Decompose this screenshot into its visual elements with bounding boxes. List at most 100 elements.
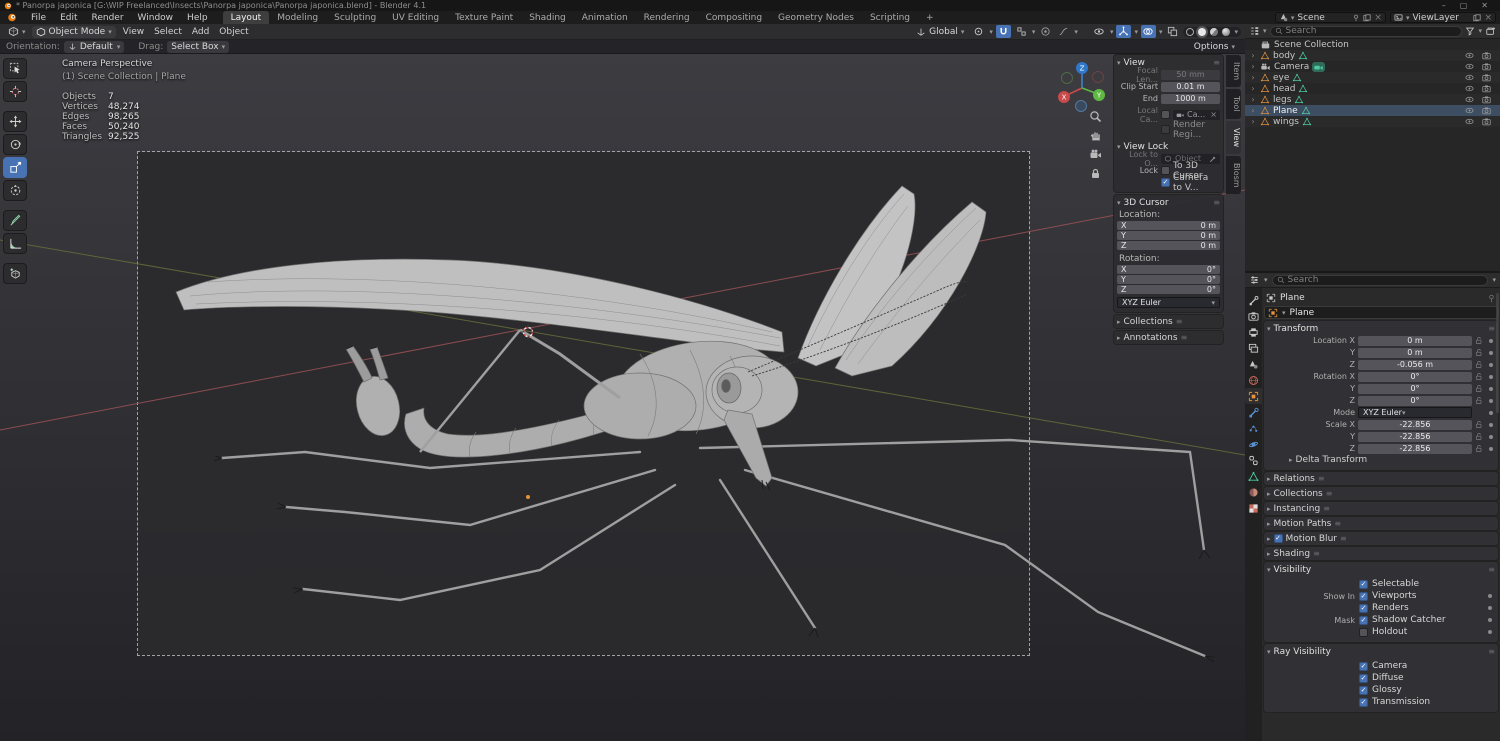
hide-viewport-icon[interactable] (1464, 106, 1475, 115)
pan-hand-icon[interactable] (1089, 129, 1102, 142)
lock-icon[interactable] (1475, 348, 1484, 357)
show-gizmo-button[interactable] (1116, 25, 1132, 38)
animate-dot[interactable] (1489, 410, 1493, 415)
workspace-tab-texture-paint[interactable]: Texture Paint (447, 11, 521, 24)
sidebar-tab-view[interactable]: View (1226, 120, 1241, 154)
tool-annotate-button[interactable] (3, 210, 27, 231)
visibility-checkbox-holdout[interactable] (1359, 627, 1368, 637)
outliner-row-head[interactable]: › head (1245, 83, 1500, 94)
visibility-checkbox-selectable[interactable] (1359, 579, 1368, 589)
visibility-checkbox-viewports[interactable] (1359, 591, 1368, 601)
transform-value-field[interactable]: 0 m (1358, 347, 1472, 358)
object-name-field[interactable]: ▾ Plane (1264, 306, 1498, 319)
show-overlays-button[interactable] (1140, 25, 1156, 38)
tool-tweak-select-button[interactable] (3, 58, 27, 79)
proportional-falloff-button[interactable] (1056, 25, 1071, 38)
viewport-menu-select[interactable]: Select (149, 27, 187, 37)
expand-icon[interactable]: › (1249, 106, 1257, 115)
tool-cursor-button[interactable] (3, 81, 27, 102)
expand-icon[interactable]: › (1249, 84, 1257, 93)
motion-blur-checkbox[interactable] (1273, 534, 1283, 543)
menu-window[interactable]: Window (131, 11, 181, 24)
minimize-button[interactable]: – (1442, 1, 1446, 10)
disable-render-icon[interactable] (1481, 106, 1492, 115)
delta-transform-header[interactable]: ▸ Delta Transform (1267, 454, 1495, 466)
outliner-row-wings[interactable]: › wings (1245, 116, 1500, 127)
viewport-menu-add[interactable]: Add (187, 27, 214, 37)
transform-value-field[interactable]: -22.856 (1358, 443, 1472, 454)
workspace-tab-rendering[interactable]: Rendering (636, 11, 698, 24)
snap-target-button[interactable] (1014, 25, 1029, 38)
sidebar-tab-item[interactable]: Item (1226, 55, 1241, 88)
expand-icon[interactable]: › (1249, 62, 1257, 71)
outliner-row-legs[interactable]: › legs (1245, 94, 1500, 105)
orientation-dropdown[interactable]: Default ▾ (63, 40, 125, 53)
properties-tab-scene[interactable] (1245, 356, 1262, 372)
visibility-panel-header[interactable]: ▾ Visibility ≡ (1267, 564, 1495, 575)
cursor-location-z-field[interactable]: Z 0 m (1117, 241, 1220, 250)
lock-icon[interactable] (1475, 372, 1484, 381)
focal-length-field[interactable]: 50 mm (1161, 69, 1220, 80)
menu-edit[interactable]: Edit (53, 11, 84, 24)
properties-tab-modifiers[interactable] (1245, 404, 1262, 420)
viewlayer-selector[interactable]: ▾ ViewLayer × (1389, 12, 1496, 23)
transform-value-field[interactable]: 0° (1358, 383, 1472, 394)
animate-dot[interactable] (1488, 630, 1492, 634)
tool-add-cube-button[interactable] (3, 263, 27, 284)
clip-end-field[interactable]: 1000 m (1161, 93, 1220, 104)
cursor-rotation-y-field[interactable]: Y 0° (1117, 275, 1220, 284)
animate-dot[interactable] (1489, 362, 1493, 367)
workspace-tab-compositing[interactable]: Compositing (698, 11, 770, 24)
panel-instancing-collapsed[interactable]: ▸ Instancing ≡ (1264, 502, 1498, 515)
rotation-mode-dropdown[interactable]: XYZ Euler ▾ (1117, 297, 1220, 308)
expand-icon[interactable]: › (1249, 95, 1257, 104)
expand-icon[interactable]: › (1249, 51, 1257, 60)
properties-tab-tool[interactable] (1245, 292, 1262, 308)
hide-viewport-icon[interactable] (1464, 117, 1475, 126)
lock-icon[interactable] (1475, 384, 1484, 393)
lock-view-icon[interactable] (1089, 167, 1102, 180)
workspace-tab-uv-editing[interactable]: UV Editing (384, 11, 447, 24)
menu-help[interactable]: Help (180, 11, 215, 24)
ray-checkbox-camera[interactable] (1359, 661, 1368, 671)
properties-tab-object[interactable] (1245, 388, 1262, 404)
outliner-display-mode-button[interactable] (1249, 26, 1260, 36)
shading-material-button[interactable] (1210, 27, 1219, 36)
properties-editor-icon[interactable] (1249, 275, 1260, 285)
outliner-search-input[interactable]: Search (1269, 25, 1463, 37)
cursor-panel-header[interactable]: ▾ 3D Cursor ≡ (1117, 197, 1220, 208)
disable-render-icon[interactable] (1481, 84, 1492, 93)
disable-render-icon[interactable] (1481, 73, 1492, 82)
visibility-checkbox-shadow-catcher[interactable] (1359, 615, 1368, 625)
hide-viewport-icon[interactable] (1464, 62, 1475, 71)
lock-icon[interactable] (1475, 432, 1484, 441)
disable-render-icon[interactable] (1481, 51, 1492, 60)
animate-dot[interactable] (1489, 386, 1493, 391)
properties-scrollbar[interactable] (1496, 293, 1499, 413)
visibility-checkbox-renders[interactable] (1359, 603, 1368, 613)
unlink-scene-icon[interactable]: × (1374, 13, 1382, 23)
lock-icon[interactable] (1475, 396, 1484, 405)
hide-viewport-icon[interactable] (1464, 84, 1475, 93)
disable-render-icon[interactable] (1481, 117, 1492, 126)
workspace-tab-shading[interactable]: Shading (521, 11, 574, 24)
tool-measure-button[interactable] (3, 233, 27, 254)
animate-dot[interactable] (1489, 422, 1493, 427)
remove-viewlayer-icon[interactable]: × (1484, 13, 1492, 23)
zoom-icon[interactable] (1089, 110, 1102, 123)
options-dropdown[interactable]: Options ▾ (1190, 41, 1239, 53)
properties-tab-render[interactable] (1245, 308, 1262, 324)
tool-scale-button[interactable] (3, 157, 27, 178)
animate-dot[interactable] (1489, 338, 1493, 343)
menu-file[interactable]: File (24, 11, 53, 24)
animate-dot[interactable] (1488, 618, 1492, 622)
new-scene-icon[interactable] (1363, 13, 1371, 22)
chevron-down-icon[interactable]: ▾ (1492, 276, 1496, 284)
shading-solid-button[interactable] (1198, 27, 1207, 36)
local-camera-checkbox[interactable] (1161, 110, 1170, 119)
show-visibility-button[interactable] (1092, 25, 1107, 38)
workspace-tab-animation[interactable]: Animation (574, 11, 636, 24)
breadcrumb-label[interactable]: Plane (1280, 293, 1305, 303)
animate-dot[interactable] (1489, 446, 1493, 451)
filter-icon[interactable] (1465, 26, 1475, 36)
